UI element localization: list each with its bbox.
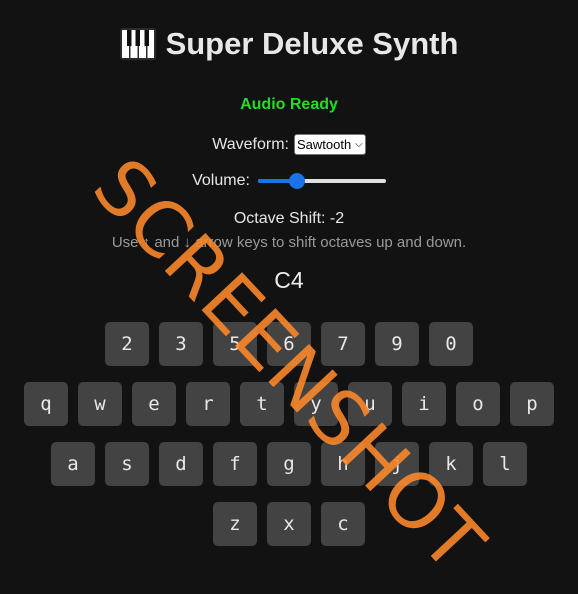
key-j[interactable]: j <box>375 442 419 486</box>
key-0[interactable]: 0 <box>429 322 473 366</box>
key-p[interactable]: p <box>510 382 554 426</box>
piano-keys-icon <box>119 28 156 60</box>
key-9[interactable]: 9 <box>375 322 419 366</box>
key-e[interactable]: e <box>132 382 176 426</box>
key-w[interactable]: w <box>78 382 122 426</box>
key-o[interactable]: o <box>456 382 500 426</box>
waveform-selected-value: Sawtooth <box>296 137 352 152</box>
key-t[interactable]: t <box>240 382 284 426</box>
key-h[interactable]: h <box>321 442 365 486</box>
key-f[interactable]: f <box>213 442 257 486</box>
key-3[interactable]: 3 <box>159 322 203 366</box>
key-k[interactable]: k <box>429 442 473 486</box>
key-q[interactable]: q <box>24 382 68 426</box>
chevron-down-icon: ⌵ <box>355 139 363 150</box>
current-note: C4 <box>274 267 304 293</box>
volume-slider[interactable] <box>257 173 386 189</box>
volume-control: Volume: <box>0 172 578 190</box>
keyboard-row-bottom: z x c <box>0 502 578 546</box>
octave-hint: Use ↑ and ↓ arrow keys to shift octaves … <box>111 234 467 251</box>
waveform-label: Waveform: <box>212 135 289 153</box>
volume-slider-thumb[interactable] <box>289 173 306 189</box>
octave-shift-readout: Octave Shift: -2 <box>233 210 345 227</box>
key-i[interactable]: i <box>402 382 446 426</box>
audio-status: Audio Ready <box>240 96 338 113</box>
key-z[interactable]: z <box>213 502 257 546</box>
key-6[interactable]: 6 <box>267 322 311 366</box>
key-d[interactable]: d <box>159 442 203 486</box>
key-c[interactable]: c <box>321 502 365 546</box>
key-a[interactable]: a <box>51 442 95 486</box>
key-u[interactable]: u <box>348 382 392 426</box>
keyboard-row-home: a s d f g h j k l <box>0 442 578 486</box>
page-title: Super Deluxe Synth <box>0 26 578 62</box>
volume-label: Volume: <box>192 172 250 189</box>
app-title-text: Super Deluxe Synth <box>165 26 459 61</box>
waveform-select[interactable]: Sawtooth ⌵ <box>293 134 366 155</box>
key-s[interactable]: s <box>105 442 149 486</box>
key-r[interactable]: r <box>186 382 230 426</box>
key-y[interactable]: y <box>294 382 338 426</box>
waveform-control: Waveform: Sawtooth ⌵ <box>0 134 578 155</box>
key-g[interactable]: g <box>267 442 311 486</box>
key-5[interactable]: 5 <box>213 322 257 366</box>
key-7[interactable]: 7 <box>321 322 365 366</box>
key-l[interactable]: l <box>483 442 527 486</box>
key-x[interactable]: x <box>267 502 311 546</box>
keyboard-row-numbers: 2 3 5 6 7 9 0 <box>0 322 578 366</box>
keyboard-row-top: q w e r t y u i o p <box>0 382 578 426</box>
key-2[interactable]: 2 <box>105 322 149 366</box>
